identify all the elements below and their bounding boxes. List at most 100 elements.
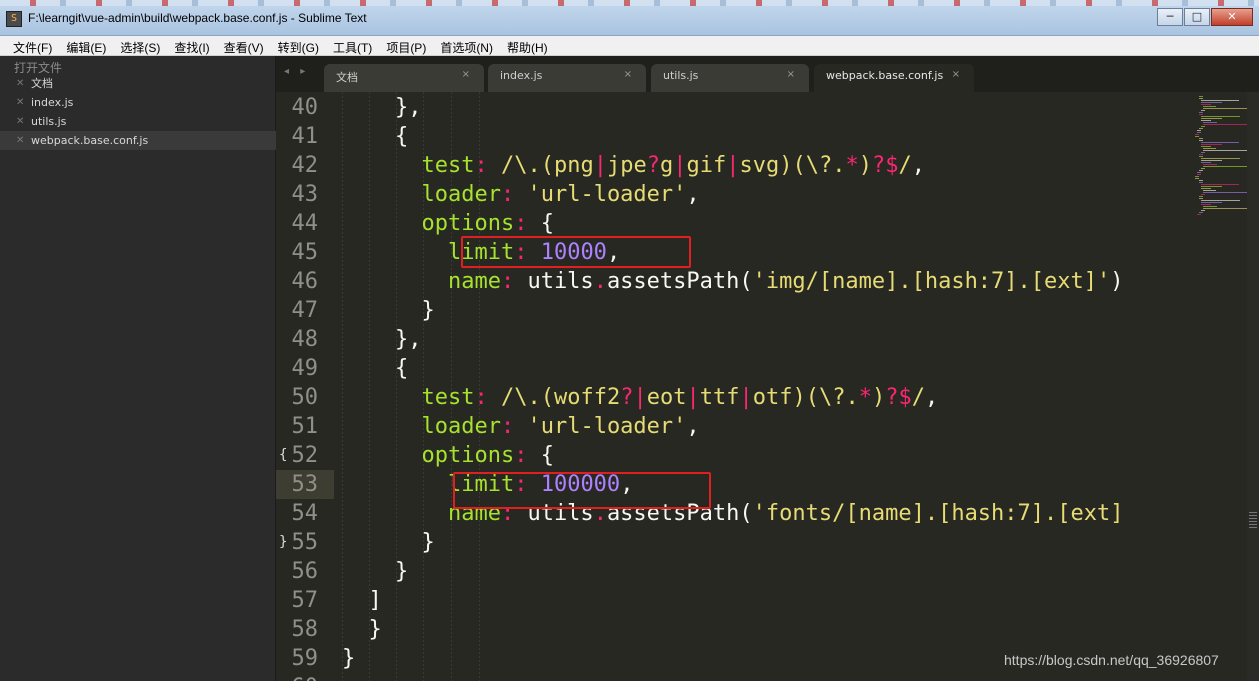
- menu-tools[interactable]: 工具(T): [326, 36, 379, 55]
- code-text: },: [342, 327, 422, 352]
- minimap-line: [1197, 172, 1201, 173]
- code-line[interactable]: 50 test: /\.(woff2?|eot|ttf|otf)(\?.*)?$…: [276, 383, 1193, 412]
- close-window-button[interactable]: ✕: [1211, 8, 1253, 26]
- close-file-icon[interactable]: ✕: [16, 74, 24, 93]
- tab-label: utils.js: [663, 69, 699, 82]
- menu-help[interactable]: 帮助(H): [500, 36, 555, 55]
- code-line[interactable]: 51 loader: 'url-loader',: [276, 412, 1193, 441]
- close-tab-icon[interactable]: ×: [952, 69, 960, 80]
- code-line[interactable]: } 55 }: [276, 528, 1193, 557]
- menu-bar: 文件(F) 编辑(E) 选择(S) 查找(I) 查看(V) 转到(G) 工具(T…: [0, 36, 1259, 56]
- menu-goto[interactable]: 转到(G): [271, 36, 326, 55]
- code-line[interactable]: 43 loader: 'url-loader',: [276, 180, 1193, 209]
- menu-file[interactable]: 文件(F): [6, 36, 59, 55]
- minimap-line: [1201, 144, 1222, 145]
- tab-bar: ◂ ▸ 文档 × index.js × utils.js × webpack.b…: [276, 56, 1259, 92]
- minimap-line: [1203, 124, 1247, 125]
- code-text: {: [342, 356, 409, 381]
- minimap-line: [1195, 134, 1199, 135]
- open-files-list: ✕ 文档 ✕ index.js ✕ utils.js ✕ webpack.bas…: [0, 74, 276, 150]
- minimap-line: [1201, 152, 1205, 153]
- minimap-line: [1199, 140, 1203, 141]
- minimap-line: [1201, 102, 1222, 103]
- menu-project[interactable]: 项目(P): [379, 36, 433, 55]
- tab-index-js[interactable]: index.js ×: [488, 64, 646, 92]
- tab-utils-js[interactable]: utils.js ×: [651, 64, 809, 92]
- minimap-line: [1199, 114, 1203, 115]
- minimap-line: [1197, 132, 1201, 133]
- code-line[interactable]: 60: [276, 673, 1193, 681]
- code-line[interactable]: 42 test: /\.(png|jpe?g|gif|svg)(\?.*)?$/…: [276, 151, 1193, 180]
- code-line[interactable]: 44 options: {: [276, 209, 1193, 238]
- minimap-line: [1201, 120, 1211, 121]
- code-line[interactable]: 53 limit: 100000,: [276, 470, 1193, 499]
- code-line[interactable]: 54 name: utils.assetsPath('fonts/[name].…: [276, 499, 1193, 528]
- sidebar-file-webpack[interactable]: ✕ webpack.base.conf.js: [0, 131, 276, 150]
- code-text: options: {: [421, 443, 554, 468]
- sidebar-file-utils[interactable]: ✕ utils.js: [0, 112, 276, 131]
- code-line[interactable]: {52 options: {: [276, 441, 1193, 470]
- minimap-line: [1203, 148, 1216, 149]
- code-line[interactable]: 58 }: [276, 615, 1193, 644]
- code-text: }: [342, 530, 435, 555]
- line-number: 50: [291, 385, 319, 410]
- minimap[interactable]: [1193, 92, 1247, 681]
- scroll-grip-icon[interactable]: [1249, 512, 1257, 530]
- sidebar: 打开文件 ✕ 文档 ✕ index.js ✕ utils.js ✕ webpac…: [0, 56, 276, 681]
- tab-label: 文档: [336, 71, 358, 84]
- code-text: }: [342, 617, 382, 642]
- code-line[interactable]: 49 {: [276, 354, 1193, 383]
- line-number: 41: [291, 124, 319, 149]
- code-text: }: [342, 646, 356, 671]
- close-tab-icon[interactable]: ×: [787, 69, 795, 80]
- line-number: 45: [291, 240, 319, 265]
- code-line[interactable]: 56 }: [276, 557, 1193, 586]
- minimap-line: [1199, 156, 1203, 157]
- close-file-icon[interactable]: ✕: [16, 112, 24, 131]
- minimap-line: [1203, 106, 1216, 107]
- close-tab-icon[interactable]: ×: [462, 69, 470, 80]
- line-number: 57: [291, 588, 319, 613]
- code-line[interactable]: 47 }: [276, 296, 1193, 325]
- close-file-icon[interactable]: ✕: [16, 93, 24, 112]
- minimap-line: [1199, 98, 1203, 99]
- code-text: }: [342, 559, 409, 584]
- minimap-line: [1199, 196, 1203, 197]
- code-line[interactable]: 45 limit: 10000,: [276, 238, 1193, 267]
- vertical-scrollbar[interactable]: [1247, 92, 1259, 681]
- menu-selection[interactable]: 选择(S): [113, 36, 167, 55]
- window-controls: ─ □ ✕: [1156, 8, 1253, 26]
- menu-view[interactable]: 查看(V): [217, 36, 271, 55]
- minimap-line: [1201, 118, 1222, 119]
- close-file-icon[interactable]: ✕: [16, 131, 24, 150]
- menu-preferences[interactable]: 首选项(N): [433, 36, 500, 55]
- code-line[interactable]: 41 {: [276, 122, 1193, 151]
- code-text: loader: 'url-loader',: [421, 414, 700, 439]
- minimap-line: [1201, 142, 1239, 143]
- code-text: ]: [342, 588, 382, 613]
- minimap-line: [1197, 174, 1201, 175]
- menu-edit[interactable]: 编辑(E): [59, 36, 113, 55]
- tab-scroll-arrows-icon[interactable]: ◂ ▸: [284, 66, 309, 77]
- code-editor[interactable]: 40 }, 41 {42 test: /\.(png|jpe?g|gif|svg)…: [276, 92, 1193, 681]
- line-number: 58: [291, 617, 319, 642]
- close-tab-icon[interactable]: ×: [624, 69, 632, 80]
- title-bar: S F:\learngit\vue-admin\build\webpack.ba…: [0, 0, 1259, 36]
- code-text: name: utils.assetsPath('img/[name].[hash…: [447, 269, 1124, 294]
- code-line[interactable]: 48 },: [276, 325, 1193, 354]
- sidebar-file-docs[interactable]: ✕ 文档: [0, 74, 276, 93]
- sidebar-file-index[interactable]: ✕ index.js: [0, 93, 276, 112]
- minimize-button[interactable]: ─: [1157, 8, 1183, 26]
- tab-webpack-base-conf[interactable]: webpack.base.conf.js ×: [814, 64, 974, 92]
- sublime-app-icon: S: [6, 11, 22, 27]
- tab-label: webpack.base.conf.js: [826, 69, 944, 82]
- code-line[interactable]: 46 name: utils.assetsPath('img/[name].[h…: [276, 267, 1193, 296]
- code-line[interactable]: 40 },: [276, 93, 1193, 122]
- tab-docs[interactable]: 文档 ×: [324, 64, 484, 92]
- minimap-line: [1199, 112, 1203, 113]
- code-line[interactable]: 57 ]: [276, 586, 1193, 615]
- minimap-line: [1197, 130, 1201, 131]
- menu-find[interactable]: 查找(I): [167, 36, 216, 55]
- minimap-line: [1201, 104, 1211, 105]
- maximize-button[interactable]: □: [1184, 8, 1210, 26]
